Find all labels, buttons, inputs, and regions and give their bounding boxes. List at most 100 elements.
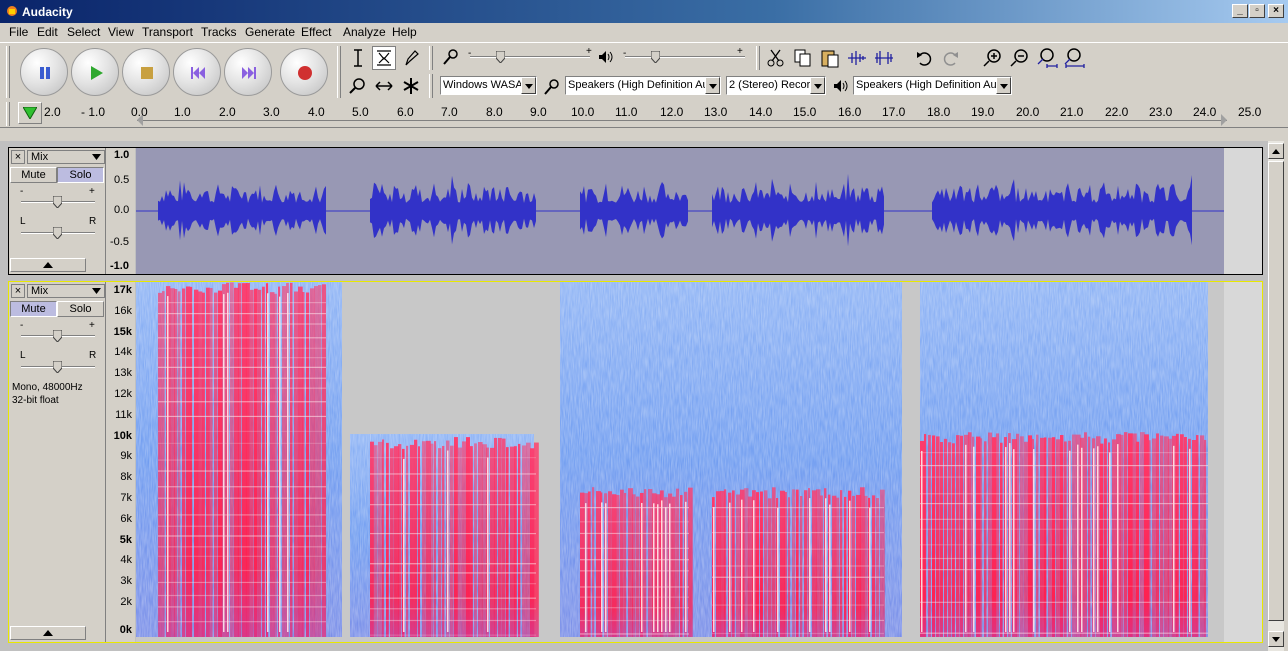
fit-selection-button[interactable] xyxy=(1035,46,1059,70)
close-track-button[interactable]: × xyxy=(11,284,25,298)
play-head-button[interactable] xyxy=(18,102,42,124)
pan-slider[interactable] xyxy=(21,227,95,239)
restore-button[interactable]: ▫ xyxy=(1249,4,1265,18)
collapse-track-button[interactable] xyxy=(10,626,86,640)
trim-button[interactable] xyxy=(845,46,869,70)
paste-button[interactable] xyxy=(818,46,842,70)
skip-to-start-button[interactable] xyxy=(173,48,221,96)
gain-slider[interactable] xyxy=(21,330,95,342)
paste-icon xyxy=(821,50,839,68)
scale-label: 1.0 xyxy=(114,149,130,161)
silence-button[interactable] xyxy=(872,46,896,70)
close-button[interactable]: × xyxy=(1268,4,1284,18)
menu-tracks[interactable]: Tracks xyxy=(201,25,237,39)
menu-select[interactable]: Select xyxy=(67,25,100,39)
menu-analyze[interactable]: Analyze xyxy=(343,25,386,39)
audio-host-select[interactable]: Windows WASAPI xyxy=(440,76,537,95)
recording-channels-select[interactable]: 2 (Stereo) Recording xyxy=(726,76,826,95)
menu-file[interactable]: File xyxy=(9,25,28,39)
track-name-menu[interactable]: Mix xyxy=(27,284,105,298)
copy-button[interactable] xyxy=(791,46,815,70)
minimize-button[interactable]: _ xyxy=(1232,4,1248,18)
scroll-thumb[interactable] xyxy=(1268,161,1284,621)
arrow-down-icon xyxy=(1272,637,1280,642)
solo-button[interactable]: Solo xyxy=(57,301,104,317)
spectrogram-hot-column xyxy=(1148,440,1151,637)
spectrogram-highlight xyxy=(1117,444,1119,632)
pause-button[interactable] xyxy=(20,48,68,96)
record-button[interactable] xyxy=(280,48,328,96)
scale-label: 10k xyxy=(113,429,132,442)
spectrogram-harmonic xyxy=(158,470,326,472)
stop-button[interactable] xyxy=(122,48,170,96)
collapse-track-button[interactable] xyxy=(10,258,86,272)
zoom-out-icon xyxy=(1010,49,1028,67)
spectrogram-hot-column xyxy=(274,293,277,637)
redo-button[interactable] xyxy=(939,46,963,70)
menu-generate[interactable]: Generate xyxy=(245,25,295,39)
window-title: Audacity xyxy=(22,5,73,19)
input-volume-slider[interactable] xyxy=(470,51,590,63)
fit-project-button[interactable] xyxy=(1062,46,1086,70)
selection-tool[interactable] xyxy=(346,46,370,70)
spectrogram-hot-column xyxy=(214,292,218,637)
output-volume-slider[interactable] xyxy=(625,51,745,63)
toolbar-grip[interactable] xyxy=(6,46,10,98)
spectrogram-hot-column xyxy=(948,442,952,637)
multi-tool[interactable] xyxy=(399,74,423,98)
scale-label: 12k xyxy=(114,388,132,400)
spectrogram-harmonic xyxy=(158,581,326,584)
spectrogram-highlight xyxy=(653,503,655,632)
menu-effect[interactable]: Effect xyxy=(301,25,331,39)
ruler-grip[interactable] xyxy=(6,102,10,126)
envelope-tool[interactable] xyxy=(372,46,396,70)
spectrogram-harmonic xyxy=(158,366,326,368)
recording-device-select[interactable]: Speakers (High Definition Audio) xyxy=(565,76,721,95)
zoom-out-button[interactable] xyxy=(1008,46,1032,70)
tools-grip[interactable] xyxy=(337,46,341,98)
gain-slider[interactable] xyxy=(21,196,95,208)
menu-view[interactable]: View xyxy=(108,25,134,39)
menu-help[interactable]: Help xyxy=(392,25,417,39)
meter-grip[interactable] xyxy=(429,46,433,70)
timeline-ruler[interactable]: 2.0 - 1.0 0.0 1.0 2.0 3.0 4.0 5.0 6.0 7.… xyxy=(0,100,1288,128)
menu-edit[interactable]: Edit xyxy=(37,25,58,39)
chevron-down-icon xyxy=(521,77,536,94)
ruler-label: 10.0 xyxy=(571,105,595,119)
mute-button[interactable]: Mute xyxy=(10,167,57,183)
spectrogram-harmonic xyxy=(370,572,536,574)
spectrogram-harmonic xyxy=(920,493,1208,495)
scale-label: 5k xyxy=(119,533,132,546)
spectrogram-display[interactable] xyxy=(136,282,1224,642)
zoom-in-button[interactable] xyxy=(981,46,1005,70)
spectrogram-harmonic xyxy=(158,312,326,315)
close-track-button[interactable]: × xyxy=(11,150,25,164)
spectrogram-highlight xyxy=(809,498,811,632)
menu-transport[interactable]: Transport xyxy=(142,25,193,39)
spectrogram-harmonic xyxy=(158,514,326,516)
solo-button[interactable]: Solo xyxy=(57,167,104,183)
waveform-display[interactable] xyxy=(136,148,1224,274)
undo-button[interactable] xyxy=(912,46,936,70)
skip-to-end-button[interactable] xyxy=(224,48,272,96)
playback-device-select[interactable]: Speakers (High Definition Audio) xyxy=(853,76,1012,95)
time-shift-tool[interactable] xyxy=(372,74,396,98)
track-name-menu[interactable]: Mix xyxy=(27,150,105,164)
pan-slider[interactable] xyxy=(21,361,95,373)
vertical-scrollbar[interactable] xyxy=(1268,141,1284,651)
device-grip[interactable] xyxy=(429,74,433,98)
scroll-up-button[interactable] xyxy=(1268,143,1284,159)
spectrogram-harmonic xyxy=(158,486,326,488)
cut-button[interactable] xyxy=(764,46,788,70)
edit-grip[interactable] xyxy=(756,46,760,70)
scroll-down-button[interactable] xyxy=(1268,631,1284,647)
mute-button[interactable]: Mute xyxy=(10,301,57,317)
play-button[interactable] xyxy=(71,48,119,96)
zoom-tool[interactable] xyxy=(346,74,370,98)
spectrogram-hot-column xyxy=(876,498,880,637)
draw-tool[interactable] xyxy=(399,46,423,70)
right-boundary-icon xyxy=(1221,114,1227,126)
spectrogram-hot-column xyxy=(588,491,591,637)
double-arrow-icon xyxy=(375,81,393,91)
gain-plus: + xyxy=(89,186,95,197)
